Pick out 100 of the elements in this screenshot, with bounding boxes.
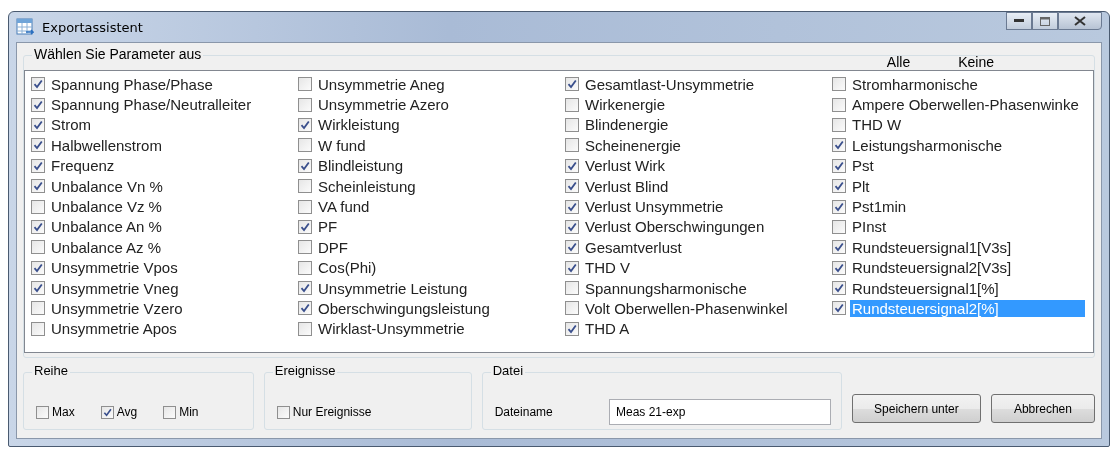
checkbox[interactable]: [565, 219, 579, 234]
minimize-button[interactable]: [1006, 12, 1032, 30]
checkbox[interactable]: [298, 219, 312, 234]
parameter-item[interactable]: Unsymmetrie Leistung: [316, 279, 470, 297]
checkbox[interactable]: [31, 301, 45, 316]
dialog-button[interactable]: Speichern unter: [852, 394, 981, 423]
parameter-item[interactable]: Wirkleistung: [316, 116, 402, 134]
checkbox-label[interactable]: Max: [52, 405, 75, 419]
checkbox[interactable]: [832, 281, 846, 296]
checkbox[interactable]: [36, 405, 49, 419]
parameter-item[interactable]: Verlust Oberschwingungen: [583, 218, 767, 236]
parameter-item[interactable]: Unbalance Vz %: [49, 198, 164, 216]
parameter-item[interactable]: Unsymmetrie Aneg: [316, 75, 447, 93]
parameter-item[interactable]: Unsymmetrie Vpos: [49, 259, 180, 277]
select-all-link[interactable]: Alle: [886, 54, 911, 70]
checkbox[interactable]: [31, 321, 45, 336]
parameter-item[interactable]: PInst: [850, 218, 889, 236]
checkbox[interactable]: [298, 138, 312, 153]
parameter-item[interactable]: Rundsteuersignal1[%]: [850, 279, 1001, 297]
checkbox[interactable]: [565, 77, 579, 92]
parameter-item[interactable]: W fund: [316, 136, 368, 154]
checkbox[interactable]: [565, 260, 579, 275]
parameter-item[interactable]: THD A: [583, 320, 632, 338]
parameter-item[interactable]: Blindenergie: [583, 116, 671, 134]
parameter-item[interactable]: Unbalance Az %: [49, 238, 164, 256]
checkbox[interactable]: [565, 301, 579, 316]
checkbox[interactable]: [31, 97, 45, 112]
parameter-item[interactable]: Unsymmetrie Vzero: [49, 300, 185, 317]
parameter-item[interactable]: Halbwellenstrom: [49, 136, 164, 154]
parameter-item[interactable]: Oberschwingungsleistung: [316, 300, 492, 317]
checkbox-label[interactable]: Min: [179, 405, 199, 419]
checkbox[interactable]: [565, 240, 579, 255]
checkbox[interactable]: [31, 77, 45, 92]
checkbox[interactable]: [832, 260, 846, 275]
checkbox[interactable]: [31, 219, 45, 234]
parameter-item[interactable]: THD W: [850, 116, 904, 134]
checkbox[interactable]: [298, 179, 312, 194]
checkbox[interactable]: [832, 158, 846, 173]
parameter-item[interactable]: Unbalance Vn %: [49, 177, 165, 195]
checkbox[interactable]: [31, 260, 45, 275]
checkbox[interactable]: [298, 117, 312, 132]
checkbox[interactable]: [298, 97, 312, 112]
checkbox[interactable]: [100, 405, 114, 419]
checkbox[interactable]: [565, 179, 579, 194]
parameter-item[interactable]: Unbalance An %: [49, 218, 164, 236]
checkbox[interactable]: [832, 77, 846, 92]
checkbox[interactable]: [565, 321, 579, 336]
checkbox[interactable]: [31, 179, 45, 194]
parameter-item[interactable]: Pst: [850, 157, 876, 175]
parameter-item[interactable]: Verlust Unsymmetrie: [583, 198, 726, 216]
parameter-item[interactable]: Spannung Phase/Phase: [49, 75, 215, 93]
checkbox[interactable]: [298, 77, 312, 92]
checkbox[interactable]: [31, 281, 45, 296]
parameter-item[interactable]: DPF: [316, 238, 350, 256]
checkbox[interactable]: [31, 199, 45, 214]
checkbox[interactable]: [832, 219, 846, 234]
checkbox[interactable]: [832, 179, 846, 194]
parameter-item[interactable]: Scheinleistung: [316, 177, 418, 195]
parameter-item[interactable]: Plt: [850, 177, 872, 195]
checkbox[interactable]: [565, 158, 579, 173]
checkbox[interactable]: [298, 158, 312, 173]
parameter-item[interactable]: Verlust Blind: [583, 177, 671, 195]
parameter-item[interactable]: Pst1min: [850, 198, 909, 216]
checkbox[interactable]: [31, 117, 45, 132]
checkbox[interactable]: [832, 240, 846, 255]
checkbox-label[interactable]: Avg: [116, 405, 138, 419]
checkbox[interactable]: [31, 158, 45, 173]
checkbox[interactable]: [298, 301, 312, 316]
parameter-item[interactable]: Strom: [49, 116, 93, 134]
checkbox[interactable]: [31, 138, 45, 153]
parameter-item[interactable]: Blindleistung: [316, 157, 406, 175]
parameter-item[interactable]: Wirklast-Unsymmetrie: [316, 320, 467, 338]
checkbox[interactable]: [565, 138, 579, 153]
checkbox[interactable]: [31, 240, 45, 255]
close-button[interactable]: [1058, 12, 1102, 30]
checkbox[interactable]: [298, 321, 312, 336]
parameter-item[interactable]: Rundsteuersignal1[V3s]: [850, 238, 1014, 256]
filename-field[interactable]: Meas 21-exp: [609, 399, 831, 425]
parameter-item[interactable]: Ampere Oberwellen-Phasenwinke: [850, 96, 1081, 114]
parameter-item[interactable]: Leistungsharmonische: [850, 136, 1005, 154]
checkbox[interactable]: [832, 97, 846, 112]
parameter-item[interactable]: Volt Oberwellen-Phasenwinkel: [583, 300, 790, 317]
checkbox[interactable]: [565, 97, 579, 112]
checkbox[interactable]: [565, 281, 579, 296]
parameter-item[interactable]: Frequenz: [49, 157, 117, 175]
checkbox-label[interactable]: Nur Ereignisse: [292, 405, 372, 419]
maximize-button[interactable]: [1032, 12, 1058, 30]
checkbox[interactable]: [276, 405, 290, 419]
checkbox[interactable]: [832, 117, 846, 132]
checkbox[interactable]: [832, 138, 846, 153]
parameter-item[interactable]: Spannungsharmonische: [583, 279, 749, 297]
parameter-item[interactable]: Gesamtlast-Unsymmetrie: [583, 75, 757, 93]
checkbox[interactable]: [298, 199, 312, 214]
parameter-item[interactable]: Cos(Phi): [316, 259, 379, 277]
parameter-item[interactable]: Rundsteuersignal2[V3s]: [850, 259, 1014, 277]
checkbox[interactable]: [298, 260, 312, 275]
parameter-item[interactable]: Gesamtverlust: [583, 238, 684, 256]
parameter-item[interactable]: Stromharmonische: [850, 75, 980, 93]
parameter-item[interactable]: Unsymmetrie Vneg: [49, 279, 181, 297]
dialog-button[interactable]: Abbrechen: [990, 394, 1095, 423]
